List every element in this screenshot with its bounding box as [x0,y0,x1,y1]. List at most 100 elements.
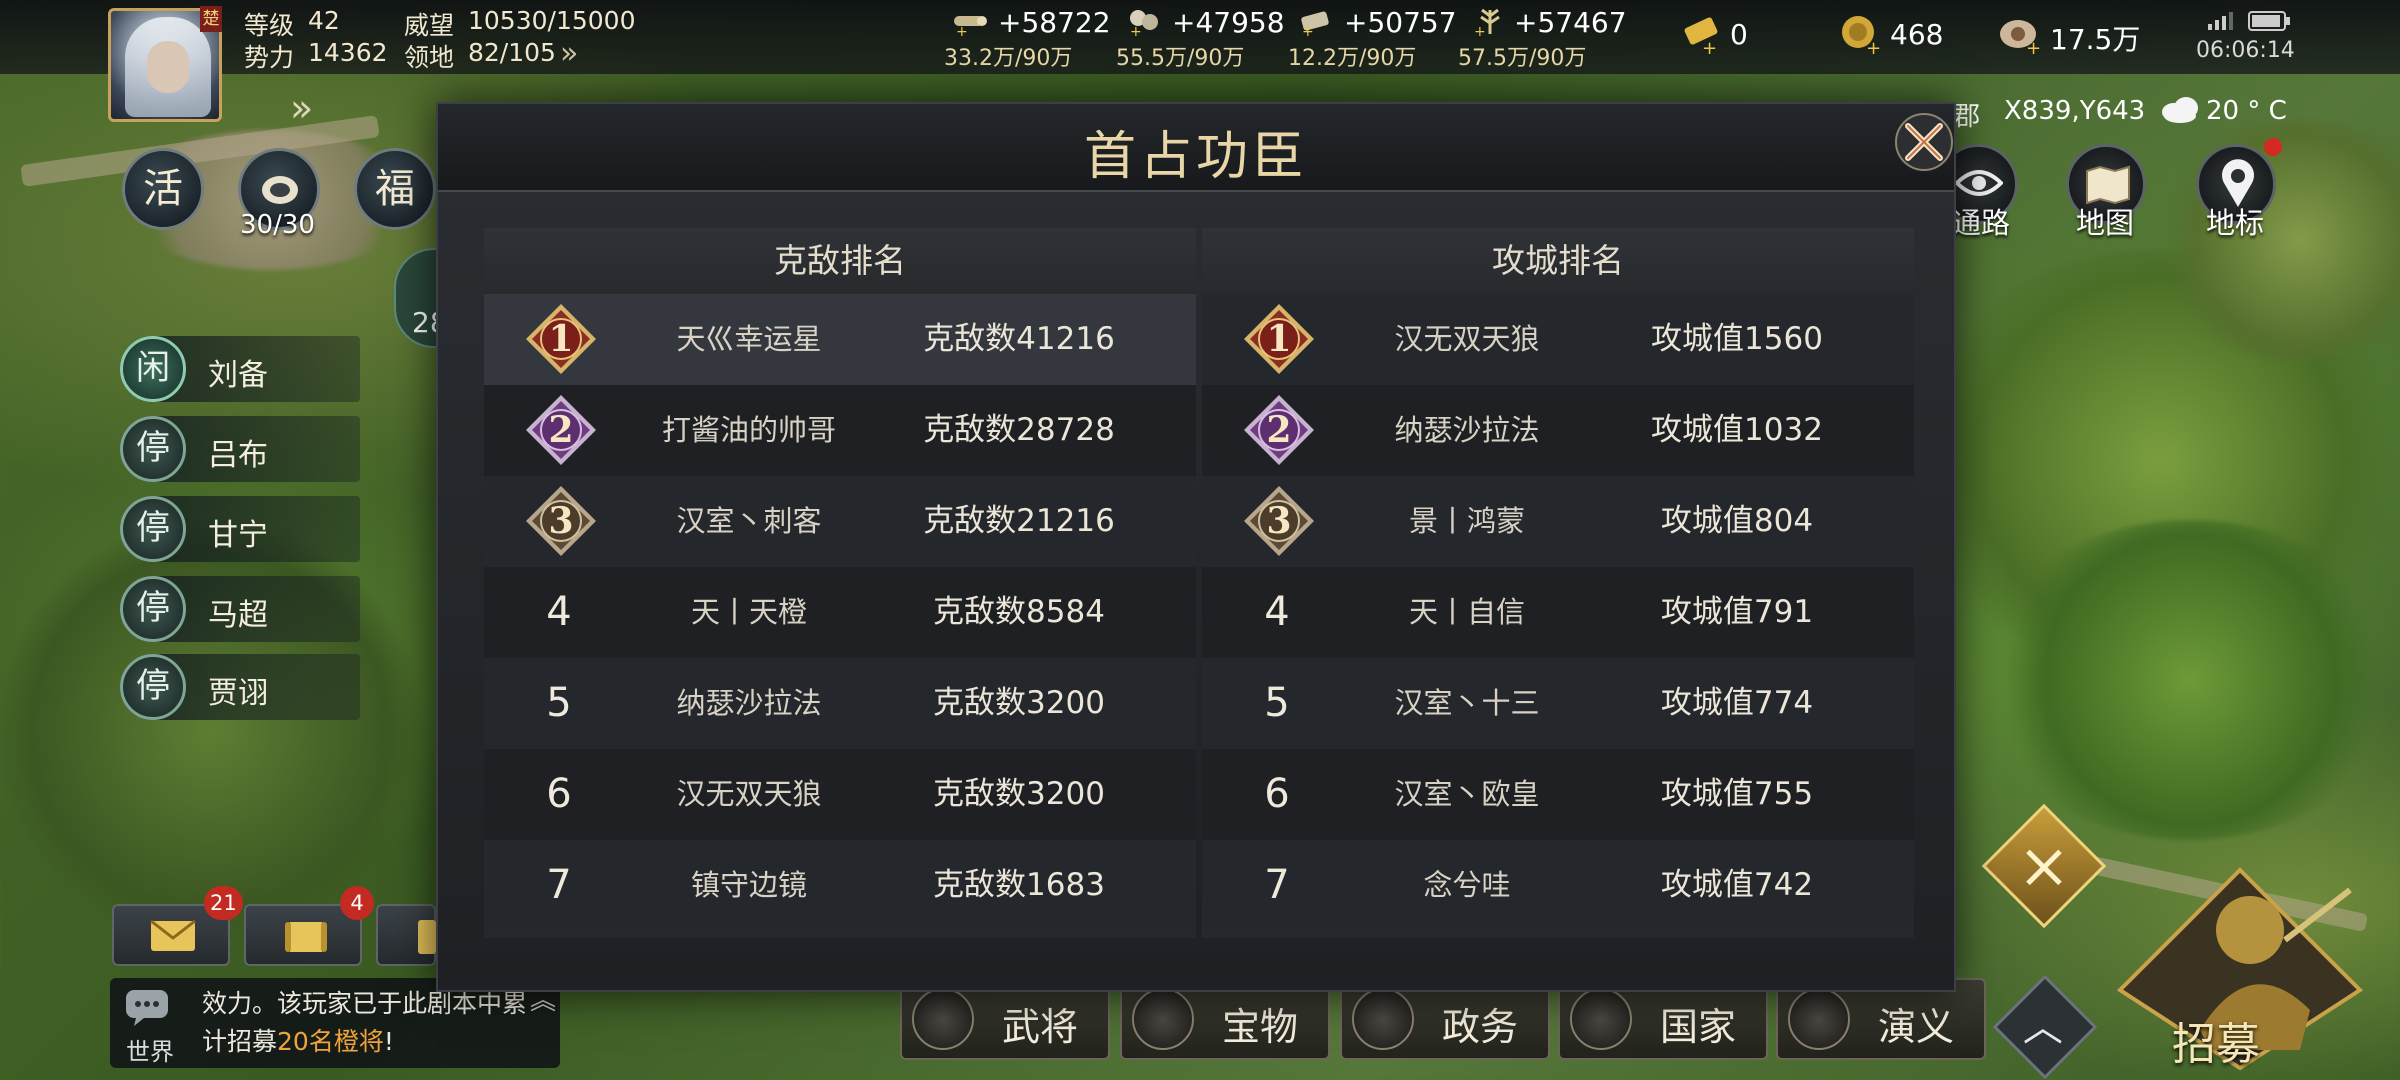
player-name: 汉室丶十三 [1394,686,1540,720]
activity-button[interactable]: 活 [122,148,204,230]
hero-row-machao[interactable]: 停 马超 [120,576,360,642]
player-name: 天丨自信 [1408,595,1525,629]
nation-icon [1570,988,1632,1050]
table-row[interactable]: 6 汉室丶欧皇 攻城值755 [1202,749,1914,840]
rank-number: 3 [548,500,574,542]
crossed-swords-icon [2026,849,2062,886]
nav-nation-label: 国家 [1660,1005,1737,1049]
player-name: 汉室丶刺客 [676,504,822,538]
coordinates-readout[interactable]: X839,Y643 [2004,96,2145,126]
rank-number: 5 [1264,680,1290,726]
player-name: 天巛幸运星 [676,322,822,356]
landmark-label: 地标 [2206,206,2265,240]
hero-status-badge: 闲 [120,336,186,402]
kill-count: 克敌数41216 [923,321,1115,357]
table-row[interactable]: 4 天丨自信 攻城值791 [1202,567,1914,658]
cloud-weather-icon [2162,97,2198,123]
treasure-icon [1132,988,1194,1050]
hero-name: 马超 [208,598,268,633]
siege-value: 攻城值804 [1660,503,1814,539]
table-row[interactable]: 3 景丨鸿蒙 攻城值804 [1202,476,1914,567]
svg-text:+: + [1702,38,1717,54]
partial-menu-button[interactable] [376,904,436,966]
table-row[interactable]: 5 纳瑟沙拉法 克敌数3200 [484,658,1196,749]
rank-number: 2 [548,409,574,451]
kill-count: 克敌数1683 [933,867,1105,903]
recruit-button[interactable]: 招募 [2110,860,2370,1070]
table-row[interactable]: 1 天巛幸运星 克敌数41216 [484,294,1196,385]
region-name-partial: 郡 [1954,102,1981,132]
territory-expand-icon[interactable]: » [560,36,578,71]
power-value: 14362 [308,38,388,67]
svg-text:+: + [1474,24,1486,36]
player-name: 天丨天橙 [690,595,807,629]
welfare-button[interactable]: 福 [354,148,436,230]
wood-stock: 33.2万/90万 [944,46,1073,71]
hero-status-badge: 停 [120,416,186,482]
iron-rate: +47958 [1172,6,1285,39]
level-value: 42 [308,6,340,35]
chat-highlight: 20名橙将 [277,1027,384,1056]
battery-icon [2248,11,2290,31]
hero-name: 刘备 [208,358,268,393]
activity-label: 活 [143,166,183,212]
stone-icon: + [1301,11,1329,36]
mail-count-badge: 21 [204,886,243,920]
player-name: 景丨鸿蒙 [1408,504,1525,538]
kill-ranking-column: 克敌排名 1 天巛幸运星 克敌数41216 2 打酱油的帅哥 克敌数28728 … [484,228,1196,938]
nav-treasure-label: 宝物 [1222,1005,1299,1049]
scroll-board-icon [285,922,327,952]
signal-icon [2208,12,2233,30]
welfare-label: 福 [375,166,415,212]
chat-channel-label: 世界 [126,1038,174,1066]
player-name: 汉室丶欧皇 [1394,777,1540,811]
rank-number: 1 [1266,318,1292,360]
hero-row-lvbu[interactable]: 停 吕布 [120,416,360,482]
close-button[interactable] [1892,110,1956,174]
route-label: 通路 [1952,206,2011,240]
dialog-header: 首占功臣 [438,104,1954,192]
svg-text:+: + [2026,38,2041,54]
rank-number: 7 [546,862,572,908]
siege-value: 攻城值1560 [1651,321,1823,357]
table-row[interactable]: 4 天丨天橙 克敌数8584 [484,567,1196,658]
rank-number: 7 [1264,862,1290,908]
recruit-label: 招募 [2172,1019,2260,1070]
hero-row-ganning[interactable]: 停 甘宁 [120,496,360,562]
siege-value: 攻城值742 [1660,867,1814,903]
siege-ranking-header: 攻城排名 [1202,228,1914,294]
table-row[interactable]: 2 纳瑟沙拉法 攻城值1032 [1202,385,1914,476]
svg-text:+: + [956,24,968,36]
table-row[interactable]: 3 汉室丶刺客 克敌数21216 [484,476,1196,567]
player-name: 汉无双天狼 [1394,322,1540,356]
hero-status-badge: 停 [120,576,186,642]
nav-generals-label: 武将 [1002,1005,1079,1049]
kill-count: 克敌数3200 [933,685,1105,721]
table-row[interactable]: 5 汉室丶十三 攻城值774 [1202,658,1914,749]
table-row[interactable]: 1 汉无双天狼 攻城值1560 [1202,294,1914,385]
nav-policy-label: 政务 [1442,1005,1519,1049]
table-row[interactable]: 7 镇守边镜 克敌数1683 [484,840,1196,931]
hero-row-jiaxu[interactable]: 停 贾诩 [120,654,360,720]
player-name: 镇守边镜 [690,868,807,902]
grain-stock: 57.5万/90万 [1458,46,1587,71]
table-row[interactable]: 7 念兮哇 攻城值742 [1202,840,1914,931]
svg-text:+: + [1866,38,1881,54]
rank-number: 3 [1266,500,1292,542]
modal-title: 首占功臣 [1083,127,1308,187]
prestige-label: 威望 [404,11,455,40]
player-name: 念兮哇 [1423,868,1511,902]
clock-time: 06:06:14 [2196,38,2295,63]
coin-value: 17.5万 [2050,23,2141,56]
table-row[interactable]: 2 打酱油的帅哥 克敌数28728 [484,385,1196,476]
expand-arrow-icon[interactable]: » [290,86,313,130]
hero-row-liubei[interactable]: 闲 刘备 [120,336,360,402]
siege-value: 攻城值755 [1660,776,1814,812]
table-row[interactable]: 6 汉无双天狼 克敌数3200 [484,749,1196,840]
svg-text:+: + [1130,24,1142,36]
general-icon [912,988,974,1050]
nav-saga-label: 演义 [1878,1005,1955,1049]
kill-count: 克敌数3200 [933,776,1105,812]
copper-coin-icon: + [1842,16,1881,54]
kill-count: 克敌数21216 [923,503,1115,539]
